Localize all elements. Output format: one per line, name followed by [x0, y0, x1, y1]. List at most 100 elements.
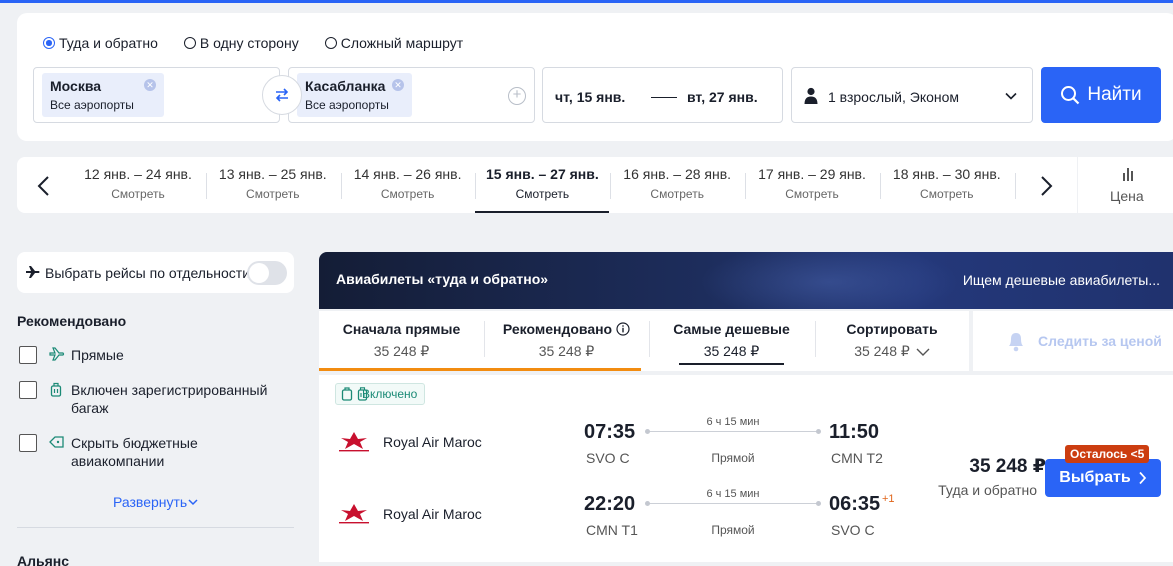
arrival-time: 06:35 [829, 493, 881, 515]
person-icon [804, 87, 818, 104]
date-separator [745, 173, 746, 199]
date-range: 15 янв. – 27 янв. [486, 166, 599, 182]
date-range: 12 янв. – 24 янв. [84, 166, 192, 182]
track-price-button[interactable]: Следить за ценой [973, 311, 1173, 371]
origin-chip[interactable]: Москва Все аэропорты ✕ [42, 73, 164, 117]
flexible-dates-strip: 12 янв. – 24 янв. Смотреть 13 янв. – 25 ян… [17, 157, 1077, 213]
date-separator [879, 173, 881, 199]
checkbox[interactable] [19, 346, 37, 364]
choose-label: Выбрать [1059, 469, 1131, 486]
date-option[interactable]: 13 янв. – 25 янв. Смотреть [206, 157, 340, 213]
info-icon[interactable] [616, 322, 630, 336]
sort-tabs: Сначала прямые 35 248 ₽ Рекомендовано 35… [319, 311, 969, 371]
depart-date[interactable]: чт, 15 янв. [555, 89, 625, 105]
destination-chip[interactable]: Касабланка Все аэропорты ✕ [297, 73, 412, 117]
date-option[interactable]: 12 янв. – 24 янв. Смотреть [71, 157, 205, 213]
date-action: Смотреть [785, 187, 839, 201]
filter-baggage[interactable]: Включен зарегистрированный багаж [19, 381, 289, 421]
banner-title: Авиабилеты «туда и обратно» [336, 271, 549, 287]
separate-flights-toggle-card[interactable]: Выбрать рейсы по отдельности [17, 252, 294, 293]
chevron-left-icon[interactable] [35, 175, 53, 197]
search-button-label: Найти [1087, 84, 1142, 105]
arrival-time: 11:50 [829, 421, 880, 443]
chevron-down-icon [188, 499, 198, 506]
radio-selected-icon [43, 37, 55, 49]
trip-type-oneway[interactable]: В одну сторону [183, 35, 299, 51]
next-day-badge: +1 [882, 493, 895, 505]
trip-type-selector: Туда и обратно В одну сторону Сложный ма… [43, 35, 463, 51]
tab-price: 35 248 ₽ [538, 343, 595, 359]
filter-label: Скрыть бюджетные авиакомпании [71, 435, 198, 469]
return-date[interactable]: вт, 27 янв. [687, 89, 758, 105]
tab-sort-dropdown[interactable]: Сортировать 35 248 ₽ [815, 311, 969, 371]
tab-recommended[interactable]: Рекомендовано 35 248 ₽ [484, 311, 649, 371]
clear-destination-icon[interactable]: ✕ [392, 79, 404, 91]
radio-icon [183, 37, 196, 49]
filter-label: Прямые [71, 347, 124, 363]
tab-title: Рекомендовано [484, 321, 649, 337]
ticket-card[interactable]: Включено Royal Air Maroc 07:35 SVO C 6 ч… [319, 375, 1173, 562]
price-graph-label: Цена [1110, 188, 1144, 204]
destination-city: Касабланка [305, 78, 386, 94]
origin-city: Москва [50, 78, 102, 94]
date-separator [610, 173, 612, 199]
separate-flights-switch[interactable] [247, 261, 287, 285]
origin-field[interactable]: Москва Все аэропорты ✕ [33, 67, 280, 123]
luggage-icon [341, 387, 368, 401]
stops-label: Прямой [711, 451, 755, 465]
checkbox[interactable] [19, 434, 37, 452]
arrival-airport: SVO C [831, 522, 875, 538]
filter-direct[interactable]: Прямые [19, 346, 289, 366]
price-graph-button[interactable]: Цена [1078, 157, 1173, 213]
search-panel: Туда и обратно В одну сторону Сложный ма… [17, 13, 1173, 141]
trip-type-multicity[interactable]: Сложный маршрут [324, 35, 463, 51]
radio-icon [324, 37, 337, 49]
departure-time: 22:20 [584, 493, 636, 515]
tab-direct-first[interactable]: Сначала прямые 35 248 ₽ [319, 311, 484, 371]
departure-airport: SVO C [586, 450, 630, 466]
filter-label: Включен зарегистрированный багаж [71, 382, 268, 416]
date-option[interactable]: 14 янв. – 26 янв. Смотреть [341, 157, 475, 213]
passengers-field[interactable]: 1 взрослый, Эконом [791, 67, 1033, 123]
date-option[interactable]: 18 янв. – 30 янв. Смотреть [880, 157, 1014, 213]
date-option[interactable]: 16 янв. – 28 янв. Смотреть [610, 157, 744, 213]
included-badge: Включено [335, 383, 426, 405]
trip-type-roundtrip[interactable]: Туда и обратно [43, 35, 158, 51]
search-icon [1061, 86, 1080, 105]
flight-duration: 6 ч 15 мин [706, 416, 760, 428]
checkbox[interactable] [19, 381, 37, 399]
swap-direction-button[interactable] [262, 75, 302, 115]
clear-origin-icon[interactable]: ✕ [144, 79, 156, 91]
royal-air-maroc-logo [339, 432, 369, 452]
date-range: 17 янв. – 29 янв. [758, 166, 866, 182]
date-action: Смотреть [650, 187, 704, 201]
chevron-right-icon[interactable] [1037, 175, 1055, 197]
swap-icon [275, 88, 289, 102]
destination-field[interactable]: Касабланка Все аэропорты ✕ + [288, 67, 535, 123]
date-action: Смотреть [246, 187, 300, 201]
passengers-value: 1 взрослый, Эконом [828, 89, 960, 105]
date-action: Смотреть [515, 187, 570, 201]
date-action: Смотреть [920, 187, 974, 201]
date-option[interactable]: 17 янв. – 29 янв. Смотреть [745, 157, 879, 213]
date-range: 16 янв. – 28 янв. [623, 166, 732, 182]
date-action: Смотреть [111, 187, 165, 201]
date-range: 14 янв. – 26 янв. [353, 166, 462, 182]
expand-label: Развернуть [113, 494, 188, 510]
results-banner: Авиабилеты «туда и обратно» Ищем дешевые… [319, 252, 1173, 309]
recommended-filter-title: Рекомендовано [17, 313, 127, 329]
seats-left-badge: Осталось <5 [1065, 445, 1150, 463]
search-button[interactable]: Найти [1041, 67, 1161, 123]
segment-outbound: Royal Air Maroc 07:35 SVO C 6 ч 15 мин П… [319, 416, 919, 478]
dates-field[interactable]: чт, 15 янв. вт, 27 янв. [542, 67, 783, 123]
choose-ticket-button[interactable]: Выбрать [1045, 459, 1161, 497]
expand-filters-link[interactable]: Развернуть [113, 494, 199, 510]
tag-icon [49, 436, 64, 448]
add-destination-icon[interactable]: + [508, 87, 526, 105]
tab-cheapest[interactable]: Самые дешевые 35 248 ₽ [649, 311, 814, 371]
price-note: Туда и обратно [938, 482, 1037, 498]
date-separator [1014, 173, 1016, 199]
filter-budget[interactable]: Скрыть бюджетные авиакомпании [19, 434, 289, 474]
date-option[interactable]: 15 янв. – 27 янв. Смотреть [475, 157, 610, 213]
date-separator [475, 173, 477, 199]
